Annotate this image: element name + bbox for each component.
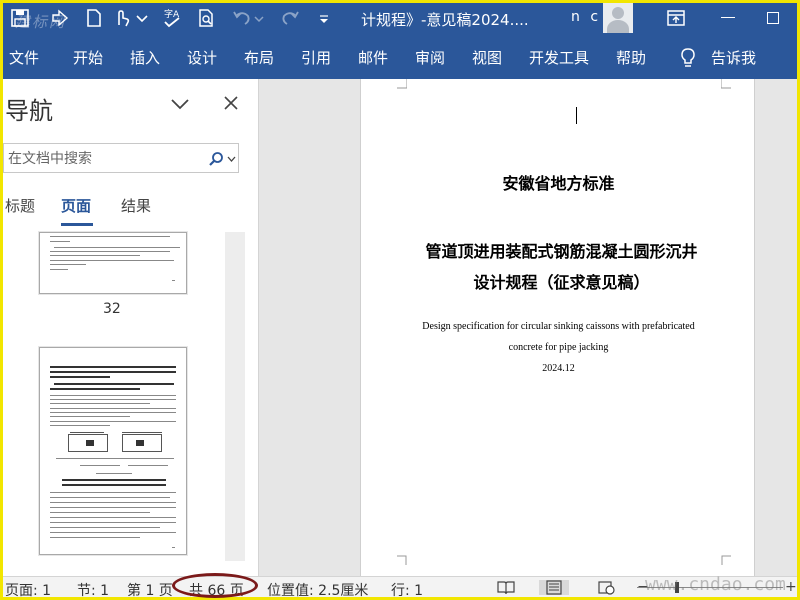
standard-title: 安徽省地方标准 bbox=[502, 174, 615, 193]
status-page[interactable]: 页面: 1 bbox=[5, 580, 51, 600]
status-section[interactable]: 节: 1 bbox=[77, 580, 109, 600]
print-preview-icon[interactable] bbox=[195, 7, 217, 29]
title-bar: 建标网 字A 计规程》-意见稿2024.... n c bbox=[3, 3, 797, 35]
tab-layout[interactable]: 布局 bbox=[244, 47, 274, 68]
main-title-line-2: 设计规程（征求意见稿） bbox=[473, 273, 650, 292]
crop-mark-icon bbox=[397, 555, 407, 565]
print-layout-icon[interactable] bbox=[539, 580, 569, 595]
tab-references[interactable]: 引用 bbox=[301, 47, 331, 68]
new-document-icon[interactable] bbox=[83, 7, 105, 29]
tell-me-input[interactable]: 告诉我 bbox=[711, 47, 756, 68]
nav-search-box[interactable] bbox=[3, 143, 239, 173]
avatar-head-icon bbox=[612, 7, 624, 19]
main-title-line-1: 管道顶进用装配式钢筋混凝土圆形沉井 bbox=[425, 242, 698, 261]
chevron-down-icon[interactable] bbox=[169, 97, 191, 111]
redo-icon[interactable] bbox=[279, 7, 301, 29]
nav-tab-results[interactable]: 结果 bbox=[121, 195, 151, 216]
english-title-line-2: concrete for pipe jacking bbox=[508, 342, 609, 353]
tab-help[interactable]: 帮助 bbox=[616, 47, 646, 68]
navigation-pane: 导航 标题 页面 结果 32 bbox=[3, 79, 259, 576]
status-position[interactable]: 位置值: 2.5厘米 bbox=[267, 580, 368, 600]
chevron-down-icon[interactable] bbox=[253, 7, 265, 29]
undo-list-icon[interactable] bbox=[49, 7, 71, 29]
tab-mailings[interactable]: 邮件 bbox=[358, 47, 388, 68]
search-input[interactable] bbox=[8, 149, 198, 169]
watermark-url: www.cndao.com bbox=[645, 574, 786, 595]
active-tab-indicator bbox=[61, 223, 93, 226]
avatar[interactable] bbox=[603, 3, 633, 33]
tab-file[interactable]: 文件 bbox=[9, 47, 39, 68]
web-layout-icon[interactable] bbox=[597, 580, 615, 595]
crop-mark-icon bbox=[397, 79, 407, 89]
tab-design[interactable]: 设计 bbox=[187, 47, 217, 68]
thumbnail-scrollbar[interactable] bbox=[225, 232, 245, 561]
undo-icon[interactable] bbox=[231, 7, 253, 29]
status-line[interactable]: 行: 1 bbox=[391, 580, 423, 600]
document-title: 计规程》-意见稿2024.... bbox=[361, 11, 529, 29]
english-title-line-1: Design specification for circular sinkin… bbox=[422, 321, 695, 332]
nav-tab-headings[interactable]: 标题 bbox=[5, 195, 35, 216]
zoom-in-button[interactable]: + bbox=[785, 579, 797, 595]
tab-developer[interactable]: 开发工具 bbox=[529, 47, 589, 68]
crop-mark-icon bbox=[721, 79, 731, 89]
touch-mode-icon[interactable] bbox=[111, 7, 133, 29]
page-thumbnail-33[interactable] bbox=[39, 347, 187, 555]
highlight-circle bbox=[172, 573, 258, 598]
tab-view[interactable]: 视图 bbox=[472, 47, 502, 68]
user-name[interactable]: n c bbox=[571, 9, 601, 25]
chevron-down-icon[interactable] bbox=[227, 156, 236, 162]
restore-button[interactable] bbox=[767, 12, 779, 24]
nav-pane-title: 导航 bbox=[5, 97, 53, 125]
minimize-button[interactable] bbox=[721, 17, 735, 18]
tab-insert[interactable]: 插入 bbox=[130, 47, 160, 68]
page-thumbnail-32[interactable] bbox=[39, 232, 187, 294]
search-icon[interactable] bbox=[208, 151, 224, 167]
status-bar: 页面: 1 节: 1 第 1 页 共 66 页 位置值: 2.5厘米 行: 1 … bbox=[3, 573, 797, 600]
document-page[interactable]: 安徽省地方标准 管道顶进用装配式钢筋混凝土圆形沉井 设计规程（征求意见稿） De… bbox=[360, 79, 755, 576]
save-icon[interactable] bbox=[9, 7, 31, 29]
customize-qat-icon[interactable] bbox=[317, 7, 331, 29]
spelling-check-icon[interactable]: 字A bbox=[161, 7, 183, 29]
read-mode-icon[interactable] bbox=[497, 580, 515, 595]
tab-home[interactable]: 开始 bbox=[73, 47, 103, 68]
tab-review[interactable]: 审阅 bbox=[415, 47, 445, 68]
text-cursor bbox=[576, 107, 577, 124]
ribbon-tabs: 文件 开始 插入 设计 布局 引用 邮件 审阅 视图 开发工具 帮助 告诉我 bbox=[3, 35, 797, 79]
nav-tab-pages[interactable]: 页面 bbox=[61, 195, 91, 216]
chevron-down-icon[interactable] bbox=[135, 7, 149, 29]
close-icon[interactable] bbox=[223, 95, 239, 111]
document-canvas: 安徽省地方标准 管道顶进用装配式钢筋混凝土圆形沉井 设计规程（征求意见稿） De… bbox=[260, 79, 797, 576]
crop-mark-icon bbox=[721, 555, 731, 565]
page-thumbnail-label: 32 bbox=[103, 301, 121, 317]
lightbulb-icon[interactable] bbox=[679, 47, 697, 69]
ribbon-display-options-icon[interactable] bbox=[665, 7, 687, 29]
avatar-body-icon bbox=[607, 20, 629, 33]
status-page-of[interactable]: 第 1 页 bbox=[127, 580, 173, 600]
document-date: 2024.12 bbox=[542, 363, 575, 374]
